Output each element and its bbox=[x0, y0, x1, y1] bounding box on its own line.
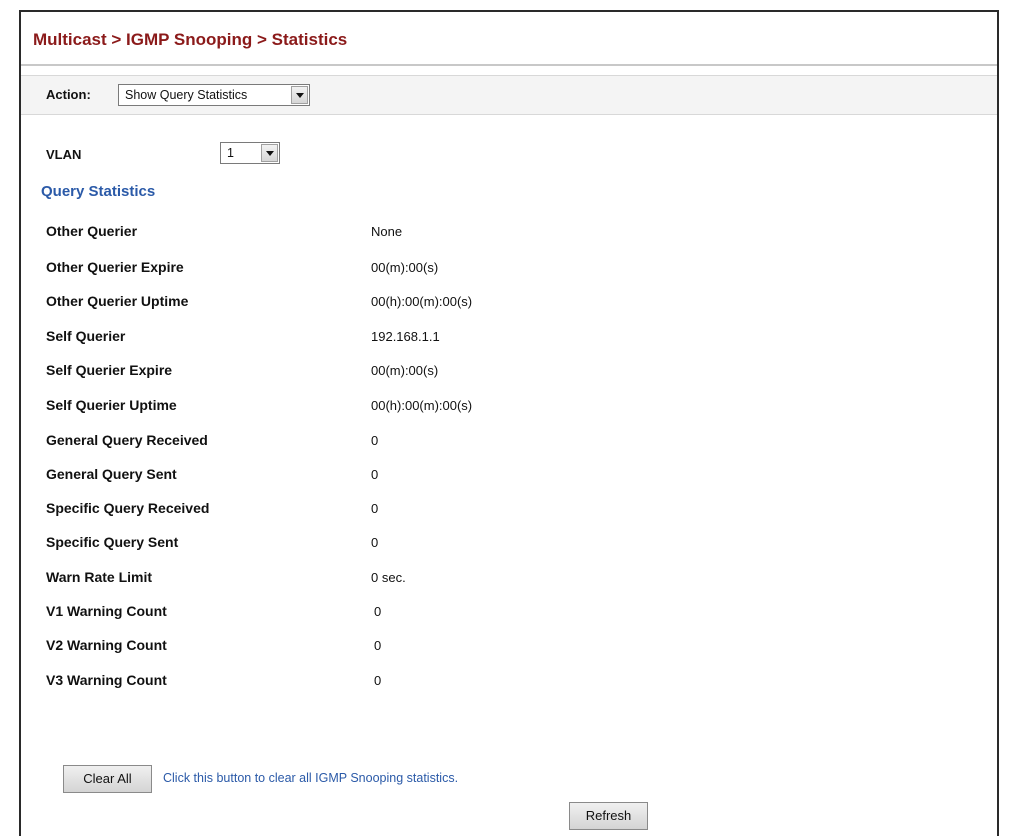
stat-value: 00(h):00(m):00(s) bbox=[371, 398, 473, 413]
chevron-down-icon bbox=[296, 93, 304, 98]
vlan-dropdown-button[interactable] bbox=[261, 144, 278, 162]
stat-row: Specific Query Received 0 bbox=[21, 500, 997, 520]
stat-row: Self Querier Expire 00(m):00(s) bbox=[21, 362, 997, 382]
action-select-value: Show Query Statistics bbox=[125, 88, 248, 102]
refresh-button[interactable]: Refresh bbox=[569, 802, 648, 830]
stat-label: Other Querier bbox=[46, 223, 138, 239]
stat-row: Self Querier Uptime 00(h):00(m):00(s) bbox=[21, 397, 997, 417]
stat-value: 192.168.1.1 bbox=[371, 329, 440, 344]
action-select[interactable]: Show Query Statistics bbox=[118, 84, 310, 106]
stat-value: 0 bbox=[371, 467, 379, 482]
vlan-label: VLAN bbox=[46, 147, 82, 162]
stat-value: 0 bbox=[374, 604, 382, 619]
stat-row: Other Querier Uptime 00(h):00(m):00(s) bbox=[21, 293, 997, 313]
stat-row: Other Querier Expire 00(m):00(s) bbox=[21, 259, 997, 279]
stat-label: Specific Query Received bbox=[46, 500, 210, 516]
action-dropdown-button[interactable] bbox=[291, 86, 308, 104]
action-label: Action: bbox=[46, 87, 91, 102]
stat-row: Warn Rate Limit 0 sec. bbox=[21, 569, 997, 589]
stat-value: 00(m):00(s) bbox=[371, 260, 439, 275]
stat-label: V3 Warning Count bbox=[46, 672, 167, 688]
vlan-select[interactable]: 1 bbox=[220, 142, 280, 164]
stat-value: 00(h):00(m):00(s) bbox=[371, 294, 473, 309]
stat-value: 0 bbox=[371, 433, 379, 448]
stat-label: General Query Received bbox=[46, 432, 208, 448]
stat-row: Other Querier None bbox=[21, 223, 997, 243]
breadcrumb: Multicast > IGMP Snooping > Statistics bbox=[33, 30, 348, 49]
stat-value: None bbox=[371, 224, 403, 239]
header-divider bbox=[21, 64, 997, 66]
stat-label: Self Querier Uptime bbox=[46, 397, 177, 413]
chevron-down-icon bbox=[266, 151, 274, 156]
stat-row: General Query Sent 0 bbox=[21, 466, 997, 486]
stat-row: V2 Warning Count 0 bbox=[21, 637, 997, 657]
clear-all-hint: Click this button to clear all IGMP Snoo… bbox=[163, 771, 459, 785]
stat-label: Other Querier Uptime bbox=[46, 293, 189, 309]
stat-value: 0 bbox=[374, 673, 382, 688]
stat-value: 0 sec. bbox=[371, 570, 406, 585]
stat-label: V2 Warning Count bbox=[46, 637, 167, 653]
stat-row: Self Querier 192.168.1.1 bbox=[21, 328, 997, 348]
stat-row: General Query Received 0 bbox=[21, 432, 997, 452]
stat-row: Specific Query Sent 0 bbox=[21, 534, 997, 554]
stat-label: General Query Sent bbox=[46, 466, 177, 482]
stat-label: Self Querier bbox=[46, 328, 126, 344]
stat-value: 0 bbox=[371, 501, 379, 516]
stat-row: V3 Warning Count 0 bbox=[21, 672, 997, 692]
vlan-select-value: 1 bbox=[227, 146, 234, 160]
clear-all-button[interactable]: Clear All bbox=[63, 765, 152, 793]
stat-row: V1 Warning Count 0 bbox=[21, 603, 997, 623]
stat-value: 00(m):00(s) bbox=[371, 363, 439, 378]
action-bar: Action: Show Query Statistics bbox=[21, 75, 997, 115]
stat-value: 0 bbox=[371, 535, 379, 550]
statistics-page: Multicast > IGMP Snooping > Statistics A… bbox=[19, 10, 999, 836]
stat-label: Other Querier Expire bbox=[46, 259, 184, 275]
stat-label: Warn Rate Limit bbox=[46, 569, 153, 585]
section-title: Query Statistics bbox=[41, 183, 156, 200]
stat-label: V1 Warning Count bbox=[46, 603, 167, 619]
stat-label: Specific Query Sent bbox=[46, 534, 179, 550]
stat-label: Self Querier Expire bbox=[46, 362, 173, 378]
stat-value: 0 bbox=[374, 638, 382, 653]
